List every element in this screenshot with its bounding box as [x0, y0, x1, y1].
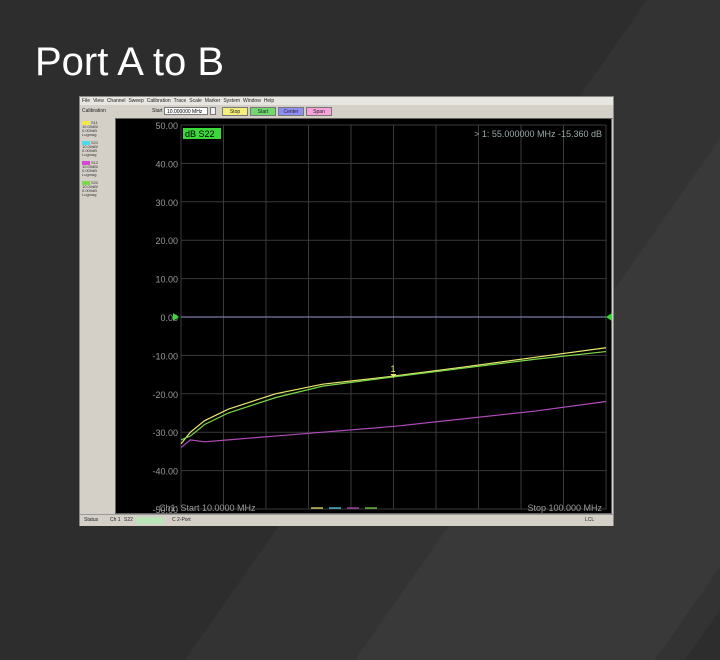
- menu-item-marker[interactable]: Marker: [205, 97, 221, 105]
- toolbar-button-center[interactable]: Center: [278, 107, 304, 116]
- trace-text: Logmag: [82, 172, 97, 177]
- param-label: Calibration: [82, 108, 106, 114]
- menu-item-file[interactable]: File: [82, 97, 90, 105]
- trace-label: dB S22: [185, 129, 215, 139]
- menu-item-calibration[interactable]: Calibration: [147, 97, 171, 105]
- y-tick-label: 30.00: [155, 198, 178, 208]
- toolbar-button-start[interactable]: Start: [250, 107, 276, 116]
- menu-item-help[interactable]: Help: [264, 97, 274, 105]
- trace-item-tr1[interactable]: S11 10.00dB/0.000dB Logmag: [81, 120, 114, 138]
- marker-label: 1: [391, 364, 396, 374]
- toolbar: Calibration Start 10.000000 MHz Stop Star…: [80, 105, 613, 119]
- port-text: C 2-Port: [172, 517, 191, 523]
- menu-item-trace[interactable]: Trace: [174, 97, 187, 105]
- slide-title: Port A to B: [35, 40, 225, 84]
- menu-item-sweep[interactable]: Sweep: [128, 97, 143, 105]
- ref-marker-right: [606, 313, 612, 321]
- menu-item-window[interactable]: Window: [243, 97, 261, 105]
- y-tick-label: 20.00: [155, 236, 178, 246]
- trace-text: Logmag: [82, 152, 97, 157]
- menu-item-view[interactable]: View: [93, 97, 104, 105]
- menu-bar: File View Channel Sweep Calibration Trace Scal…: [80, 97, 613, 105]
- channel-text: Ch 1: [110, 517, 121, 523]
- y-tick-label: 50.00: [155, 121, 178, 131]
- y-tick-label: -20.00: [152, 390, 178, 400]
- vna-window: File View Channel Sweep Calibration Trace Scal…: [79, 96, 614, 526]
- marker-readout: > 1: 55.000000 MHz -15.360 dB: [474, 129, 602, 139]
- trace-item-tr4[interactable]: S22 10.00dB/0.000dB Logmag: [81, 180, 114, 198]
- trace-text: Logmag: [82, 192, 97, 197]
- trace-text: Logmag: [82, 132, 97, 137]
- chart-svg: 50.0040.0030.0020.0010.000.00-10.00-20.0…: [152, 121, 612, 515]
- trace-highlight: [136, 517, 164, 524]
- trace-item-tr3[interactable]: S12 10.00dB/0.000dB Logmag: [81, 160, 114, 178]
- start-input[interactable]: 10.000000 MHz: [164, 107, 208, 115]
- status-text: Status: [84, 517, 99, 523]
- menu-item-channel[interactable]: Channel: [107, 97, 126, 105]
- y-tick-label: 10.00: [155, 275, 178, 285]
- y-tick-label: -30.00: [152, 428, 178, 438]
- status-bar: Status Ch 1 S22 C 2-Port LCL: [80, 514, 613, 526]
- plot-area[interactable]: 50.00 40.00 30.00 20.00 10.00 0.00 -10.00 -20.0…: [115, 118, 612, 515]
- trace-text: S22: [124, 517, 133, 523]
- spin-button[interactable]: [210, 107, 216, 115]
- start-frequency: Ch1: Start 10.0000 MHz: [159, 503, 256, 513]
- menu-item-system[interactable]: System: [223, 97, 240, 105]
- trace-panel: S11 10.00dB/0.000dB Logmag S21 10.00dB/0.000…: [80, 118, 115, 514]
- mode-text: LCL: [585, 517, 595, 523]
- y-tick-label: -40.00: [152, 467, 178, 477]
- start-label: Start: [152, 108, 163, 114]
- menu-item-scale[interactable]: Scale: [189, 97, 202, 105]
- stop-frequency: Stop 100.000 MHz: [527, 503, 602, 513]
- y-tick-label: 40.00: [155, 159, 178, 169]
- toolbar-button-stop[interactable]: Stop: [222, 107, 248, 116]
- trace-item-tr2[interactable]: S21 10.00dB/0.000dB Logmag: [81, 140, 114, 158]
- toolbar-button-span[interactable]: Span: [306, 107, 332, 116]
- y-tick-label: -10.00: [152, 351, 178, 361]
